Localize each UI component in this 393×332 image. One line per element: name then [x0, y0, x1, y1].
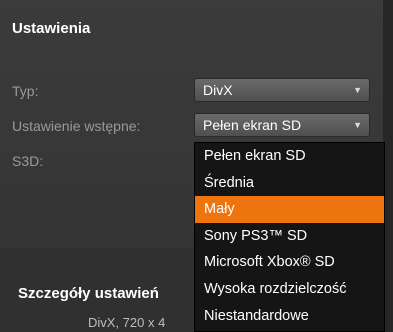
type-select-value: DivX	[203, 82, 233, 98]
chevron-down-icon: ▼	[353, 85, 362, 95]
dropdown-item-xbox-sd[interactable]: Microsoft Xbox® SD	[195, 249, 384, 276]
dropdown-item-sony-ps3-sd[interactable]: Sony PS3™ SD	[195, 223, 384, 250]
type-select[interactable]: DivX ▼	[194, 78, 370, 102]
details-summary: DivX, 720 x 4	[88, 315, 166, 330]
dropdown-item-small[interactable]: Mały	[195, 196, 384, 223]
chevron-down-icon: ▼	[353, 120, 362, 130]
type-label: Typ:	[12, 83, 39, 99]
dropdown-item-custom[interactable]: Niestandardowe	[195, 303, 384, 330]
dropdown-item-full-screen-sd[interactable]: Pełen ekran SD	[195, 143, 384, 170]
details-title: Szczegóły ustawień	[18, 285, 159, 302]
preset-label: Ustawienie wstępne:	[12, 118, 141, 134]
s3d-label: S3D:	[12, 153, 44, 169]
preset-dropdown-menu: Pełen ekran SD Średnia Mały Sony PS3™ SD…	[194, 142, 385, 332]
preset-select[interactable]: Pełen ekran SD ▼	[194, 113, 370, 137]
dropdown-item-medium[interactable]: Średnia	[195, 170, 384, 197]
dropdown-item-high-definition[interactable]: Wysoka rozdzielczość	[195, 276, 384, 303]
settings-title: Ustawienia	[12, 20, 91, 37]
preset-select-value: Pełen ekran SD	[203, 117, 302, 133]
